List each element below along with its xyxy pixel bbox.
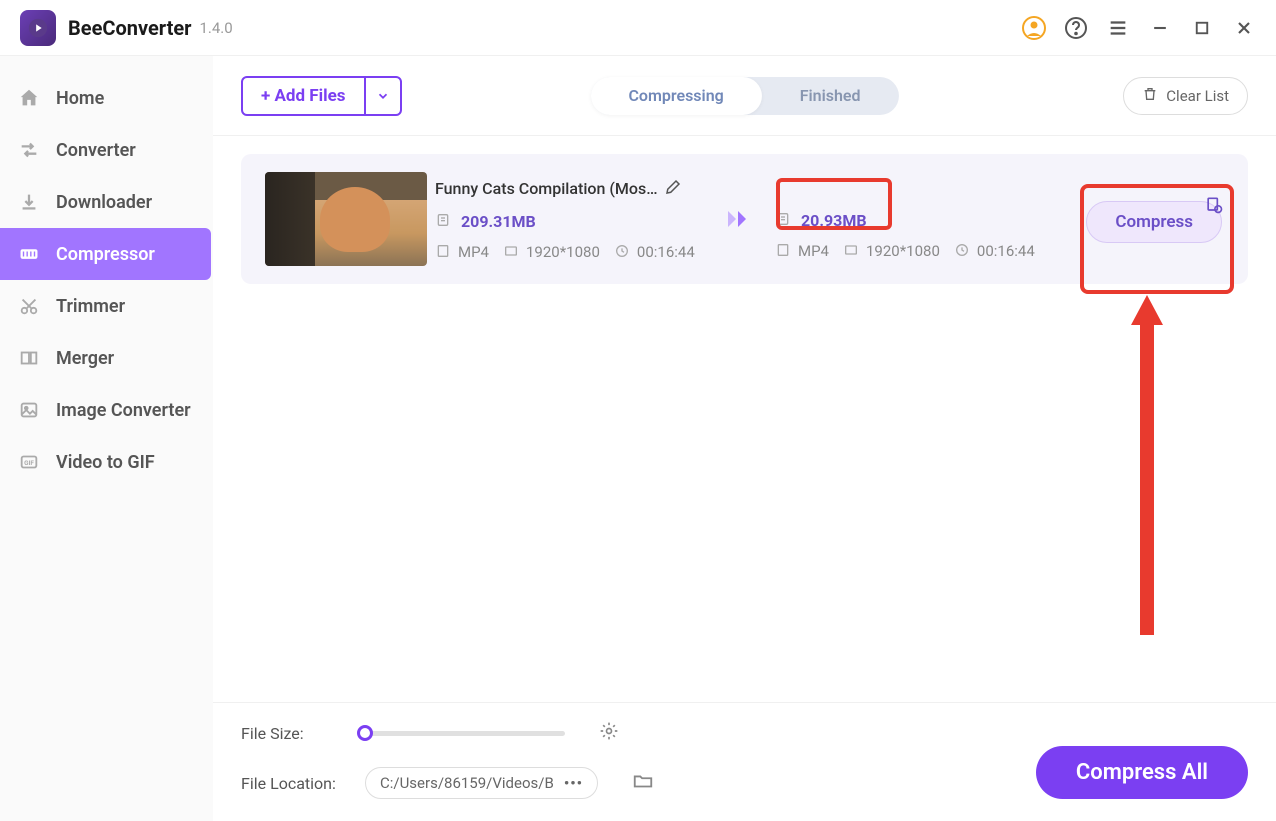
- sidebar-label: Trimmer: [56, 296, 125, 317]
- file-card: Funny Cats Compilation (Mos… 209.31MB MP…: [241, 154, 1248, 284]
- folder-icon[interactable]: [632, 770, 654, 796]
- source-file-size: 209.31MB: [461, 212, 536, 231]
- source-resolution: 1920*1080: [526, 243, 600, 261]
- sidebar-item-merger[interactable]: Merger: [0, 332, 213, 384]
- tab-switcher: Compressing Finished: [590, 77, 898, 115]
- converter-icon: [18, 139, 40, 161]
- sidebar-label: Converter: [56, 140, 136, 161]
- svg-text:GIF: GIF: [24, 459, 34, 467]
- image-icon: [18, 399, 40, 421]
- sidebar-label: Merger: [56, 348, 114, 369]
- app-name: BeeConverter: [68, 16, 191, 40]
- sidebar-item-video-to-gif[interactable]: GIF Video to GIF: [0, 436, 213, 488]
- source-duration: 00:16:44: [637, 243, 695, 261]
- download-icon: [18, 191, 40, 213]
- more-icon[interactable]: •••: [564, 774, 583, 792]
- app-logo: [20, 10, 56, 46]
- file-size-slider[interactable]: [365, 731, 565, 736]
- file-icon: [775, 211, 793, 229]
- user-icon[interactable]: [1022, 16, 1046, 40]
- minimize-icon[interactable]: [1148, 16, 1172, 40]
- edit-icon[interactable]: [664, 178, 682, 200]
- add-files-main[interactable]: + Add Files: [243, 78, 364, 114]
- sidebar-item-compressor[interactable]: Compressor: [0, 228, 211, 280]
- bottom-bar: File Size: File Location: C:/Users/86159…: [213, 702, 1276, 821]
- home-icon: [18, 87, 40, 109]
- sidebar: Home Converter Downloader Compressor Tri…: [0, 56, 213, 821]
- help-icon[interactable]: [1064, 16, 1088, 40]
- sidebar-item-home[interactable]: Home: [0, 72, 213, 124]
- resolution-icon: [503, 243, 521, 261]
- sidebar-label: Video to GIF: [56, 452, 155, 473]
- trimmer-icon: [18, 295, 40, 317]
- sidebar-label: Compressor: [56, 244, 155, 265]
- file-size-label: File Size:: [241, 724, 341, 743]
- clock-icon: [614, 243, 632, 261]
- format-icon: [435, 243, 453, 261]
- location-path: C:/Users/86159/Videos/B: [380, 774, 554, 792]
- settings-icon[interactable]: [1204, 195, 1224, 219]
- sidebar-item-trimmer[interactable]: Trimmer: [0, 280, 213, 332]
- gif-icon: GIF: [18, 451, 40, 473]
- target-file-size: 20.93MB: [801, 211, 867, 230]
- merger-icon: [18, 347, 40, 369]
- action-bar: + Add Files Compressing Finished Clear L…: [213, 56, 1276, 136]
- content-area: + Add Files Compressing Finished Clear L…: [213, 56, 1276, 821]
- clear-list-label: Clear List: [1166, 87, 1229, 105]
- clock-icon: [954, 242, 972, 260]
- maximize-icon[interactable]: [1190, 16, 1214, 40]
- add-files-button[interactable]: + Add Files: [241, 76, 402, 116]
- trash-icon: [1142, 86, 1158, 106]
- sidebar-label: Downloader: [56, 192, 152, 213]
- compress-button[interactable]: Compress: [1086, 201, 1222, 243]
- file-list: Funny Cats Compilation (Mos… 209.31MB MP…: [213, 136, 1276, 702]
- file-info-target: 20.93MB MP4 1920*1080 00:16:44: [775, 179, 1035, 260]
- target-resolution: 1920*1080: [866, 242, 940, 260]
- file-title: Funny Cats Compilation (Mos…: [435, 179, 658, 198]
- sidebar-label: Image Converter: [56, 400, 191, 421]
- close-icon[interactable]: [1232, 16, 1256, 40]
- app-version: 1.4.0: [199, 19, 232, 37]
- menu-icon[interactable]: [1106, 16, 1130, 40]
- file-location-label: File Location:: [241, 774, 341, 793]
- compressor-icon: [18, 243, 40, 265]
- format-icon: [775, 242, 793, 260]
- resolution-icon: [843, 242, 861, 260]
- file-icon: [435, 212, 453, 230]
- file-info-source: Funny Cats Compilation (Mos… 209.31MB MP…: [435, 178, 717, 261]
- target-format: MP4: [798, 242, 829, 260]
- tab-finished[interactable]: Finished: [762, 77, 899, 115]
- sidebar-item-image-converter[interactable]: Image Converter: [0, 384, 213, 436]
- sidebar-item-downloader[interactable]: Downloader: [0, 176, 213, 228]
- add-files-dropdown[interactable]: [364, 78, 400, 114]
- target-duration: 00:16:44: [977, 242, 1035, 260]
- card-actions: Compress: [1086, 195, 1224, 243]
- file-location-input[interactable]: C:/Users/86159/Videos/B •••: [365, 767, 598, 799]
- sidebar-label: Home: [56, 88, 104, 109]
- titlebar: BeeConverter 1.4.0: [0, 0, 1276, 56]
- arrow-icon: [717, 207, 767, 231]
- clear-list-button[interactable]: Clear List: [1123, 77, 1248, 115]
- slider-handle[interactable]: [357, 725, 373, 741]
- sidebar-item-converter[interactable]: Converter: [0, 124, 213, 176]
- video-thumbnail[interactable]: [265, 172, 427, 266]
- gear-icon[interactable]: [599, 721, 619, 745]
- tab-compressing[interactable]: Compressing: [590, 77, 761, 115]
- compress-all-button[interactable]: Compress All: [1036, 746, 1248, 799]
- source-format: MP4: [458, 243, 489, 261]
